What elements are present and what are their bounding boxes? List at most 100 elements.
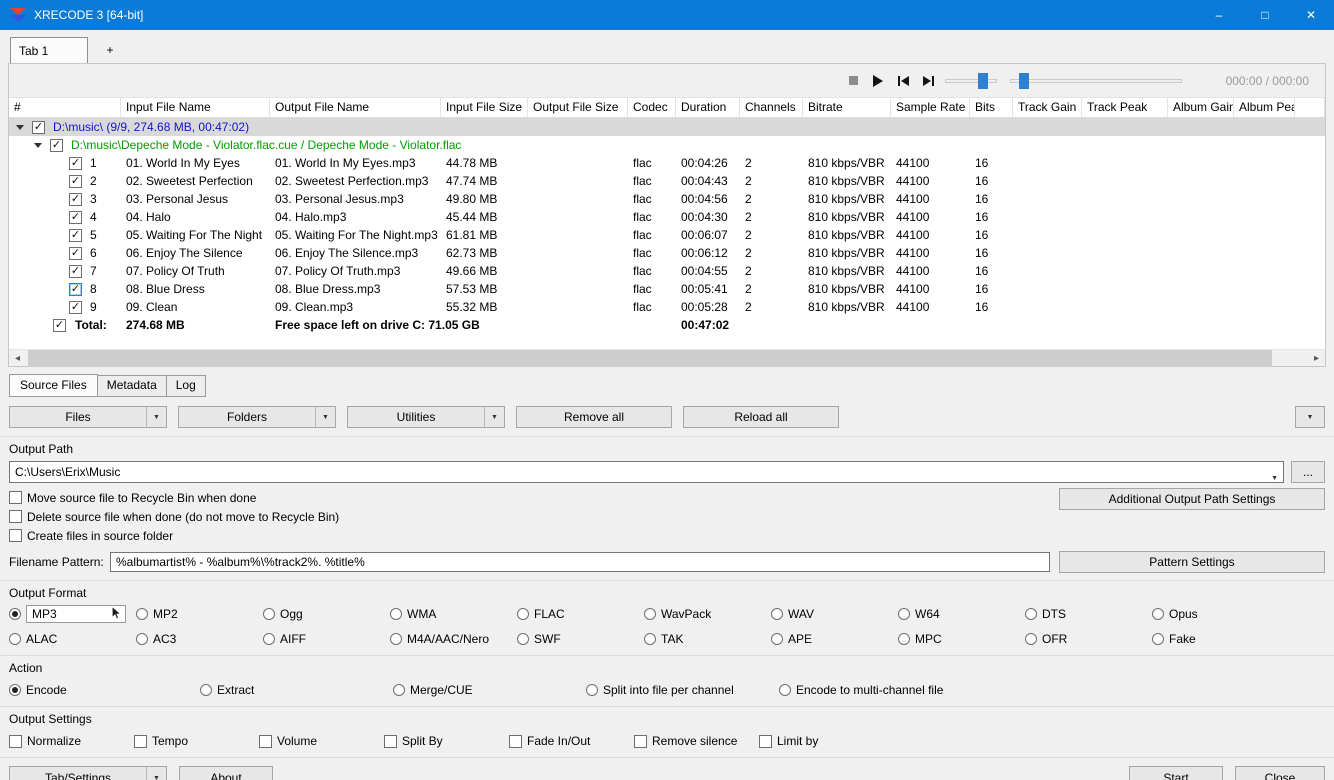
close-button[interactable]: ✕ xyxy=(1288,0,1334,30)
group-row[interactable]: D:\music\ (9/9, 274.68 MB, 00:47:02) xyxy=(9,118,1325,136)
format-option-w64[interactable]: W64 xyxy=(898,605,1025,623)
format-option-mpc[interactable]: MPC xyxy=(898,630,1025,648)
track-checkbox[interactable] xyxy=(69,264,82,278)
chevron-down-icon[interactable] xyxy=(1271,469,1278,483)
format-option-ogg[interactable]: Ogg xyxy=(263,605,390,623)
format-option-wav[interactable]: WAV xyxy=(771,605,898,623)
remove-all-button[interactable]: Remove all xyxy=(516,406,672,428)
outset-checkbox-split-by[interactable]: Split By xyxy=(384,732,509,750)
column-header-album-gain[interactable]: Album Gain xyxy=(1168,98,1234,117)
track-row[interactable]: 1 01. World In My Eyes 01. World In My Eye… xyxy=(9,154,1325,172)
outpath-checkbox-create-files-in-source-folder[interactable]: Create files in source folder xyxy=(9,526,1059,545)
format-option-aiff[interactable]: AIFF xyxy=(263,630,390,648)
filename-pattern-input[interactable]: %albumartist% - %album%\%track2%. %title… xyxy=(110,552,1050,572)
format-option-dts[interactable]: DTS xyxy=(1025,605,1152,623)
volume-slider-thumb[interactable] xyxy=(978,72,988,89)
browse-button[interactable]: ... xyxy=(1291,461,1325,483)
cue-row[interactable]: D:\music\Depeche Mode - Violator.flac.cu… xyxy=(9,136,1325,154)
chevron-down-icon[interactable] xyxy=(146,767,166,780)
scroll-right-arrow[interactable] xyxy=(1308,350,1325,367)
track-row[interactable]: 7 07. Policy Of Truth 07. Policy Of Truth.… xyxy=(9,262,1325,280)
column-header-bits[interactable]: Bits xyxy=(970,98,1013,117)
format-option-flac[interactable]: FLAC xyxy=(517,605,644,623)
output-path-input[interactable]: C:\Users\Erix\Music xyxy=(9,461,1284,483)
track-row[interactable]: 6 06. Enjoy The Silence 06. Enjoy The Sile… xyxy=(9,244,1325,262)
tab-1[interactable]: Tab 1 xyxy=(10,37,88,63)
column-header-bitrate[interactable]: Bitrate xyxy=(803,98,891,117)
view-tab-log[interactable]: Log xyxy=(165,375,206,397)
column-header-output-file-size[interactable]: Output File Size xyxy=(528,98,628,117)
format-option-ape[interactable]: APE xyxy=(771,630,898,648)
play-button[interactable] xyxy=(870,72,886,90)
format-option-mp2[interactable]: MP2 xyxy=(136,605,263,623)
column-header-album-peak[interactable]: Album Peak xyxy=(1234,98,1295,117)
action-option-encode[interactable]: Encode xyxy=(9,681,200,699)
track-row[interactable]: 2 02. Sweetest Perfection 02. Sweetest Per… xyxy=(9,172,1325,190)
action-option-extract[interactable]: Extract xyxy=(200,681,393,699)
track-checkbox[interactable] xyxy=(69,228,82,242)
track-row[interactable]: 9 09. Clean 09. Clean.mp3 55.32 MB flac 00:05… xyxy=(9,298,1325,316)
minimize-button[interactable]: – xyxy=(1196,0,1242,30)
column-header-track-peak[interactable]: Track Peak xyxy=(1082,98,1168,117)
outset-checkbox-tempo[interactable]: Tempo xyxy=(134,732,259,750)
column-header-x[interactable]: # xyxy=(9,98,121,117)
format-option-fake[interactable]: Fake xyxy=(1152,630,1279,648)
format-option-wavpack[interactable]: WavPack xyxy=(644,605,771,623)
chevron-down-icon[interactable] xyxy=(315,407,335,427)
close-button-footer[interactable]: Close xyxy=(1235,766,1325,780)
format-option-m4a-aac-nero[interactable]: M4A/AAC/Nero xyxy=(390,630,517,648)
format-option-mp3[interactable]: MP3 xyxy=(9,605,136,623)
track-checkbox[interactable] xyxy=(69,210,82,224)
expand-arrow-icon[interactable] xyxy=(34,142,42,148)
add-tab-button[interactable]: + xyxy=(88,37,132,63)
folders-dropdown-button[interactable]: Folders xyxy=(178,406,336,428)
scrollbar-thumb[interactable] xyxy=(28,349,1272,367)
horizontal-scrollbar[interactable] xyxy=(9,349,1325,367)
track-row[interactable]: 4 04. Halo 04. Halo.mp3 45.44 MB flac 00:04:3… xyxy=(9,208,1325,226)
format-option-ofr[interactable]: OFR xyxy=(1025,630,1152,648)
format-option-tak[interactable]: TAK xyxy=(644,630,771,648)
cue-checkbox[interactable] xyxy=(50,138,63,152)
stop-button[interactable] xyxy=(845,72,861,90)
column-header-duration[interactable]: Duration xyxy=(676,98,740,117)
track-row[interactable]: 8 08. Blue Dress 08. Blue Dress.mp3 57.53 M… xyxy=(9,280,1325,298)
action-option-merge-cue[interactable]: Merge/CUE xyxy=(393,681,586,699)
next-track-button[interactable] xyxy=(920,72,936,90)
track-checkbox[interactable] xyxy=(69,156,82,170)
track-row[interactable]: 3 03. Personal Jesus 03. Personal Jesus.mp… xyxy=(9,190,1325,208)
total-checkbox[interactable] xyxy=(53,318,66,332)
outset-checkbox-volume[interactable]: Volume xyxy=(259,732,384,750)
column-header-sample-rate[interactable]: Sample Rate xyxy=(891,98,970,117)
format-option-alac[interactable]: ALAC xyxy=(9,630,136,648)
chevron-down-icon[interactable] xyxy=(484,407,504,427)
tab-settings-dropdown-button[interactable]: Tab/Settings xyxy=(9,766,167,780)
outset-checkbox-fade-in-out[interactable]: Fade In/Out xyxy=(509,732,634,750)
track-checkbox[interactable] xyxy=(69,246,82,260)
utilities-dropdown-button[interactable]: Utilities xyxy=(347,406,505,428)
group-checkbox[interactable] xyxy=(32,120,45,134)
start-button[interactable]: Start xyxy=(1129,766,1223,780)
column-header-output-file-name[interactable]: Output File Name xyxy=(270,98,441,117)
track-checkbox[interactable] xyxy=(69,282,82,296)
outset-checkbox-remove-silence[interactable]: Remove silence xyxy=(634,732,759,750)
column-header-track-gain[interactable]: Track Gain xyxy=(1013,98,1082,117)
view-tab-metadata[interactable]: Metadata xyxy=(96,375,167,397)
format-option-opus[interactable]: Opus xyxy=(1152,605,1279,623)
action-option-encode-to-multi-channel-file[interactable]: Encode to multi-channel file xyxy=(779,681,1325,699)
track-checkbox[interactable] xyxy=(69,192,82,206)
column-header-codec[interactable]: Codec xyxy=(628,98,676,117)
files-dropdown-button[interactable]: Files xyxy=(9,406,167,428)
maximize-button[interactable]: □ xyxy=(1242,0,1288,30)
column-header-channels[interactable]: Channels xyxy=(740,98,803,117)
format-option-ac3[interactable]: AC3 xyxy=(136,630,263,648)
pattern-settings-button[interactable]: Pattern Settings xyxy=(1059,551,1325,573)
track-checkbox[interactable] xyxy=(69,174,82,188)
expand-arrow-icon[interactable] xyxy=(16,124,24,130)
outset-checkbox-normalize[interactable]: Normalize xyxy=(9,732,134,750)
additional-output-path-settings-button[interactable]: Additional Output Path Settings xyxy=(1059,488,1325,510)
about-button[interactable]: About xyxy=(179,766,273,780)
previous-track-button[interactable] xyxy=(895,72,911,90)
volume-slider[interactable] xyxy=(945,72,997,90)
outset-checkbox-limit-by[interactable]: Limit by xyxy=(759,732,884,750)
format-option-wma[interactable]: WMA xyxy=(390,605,517,623)
